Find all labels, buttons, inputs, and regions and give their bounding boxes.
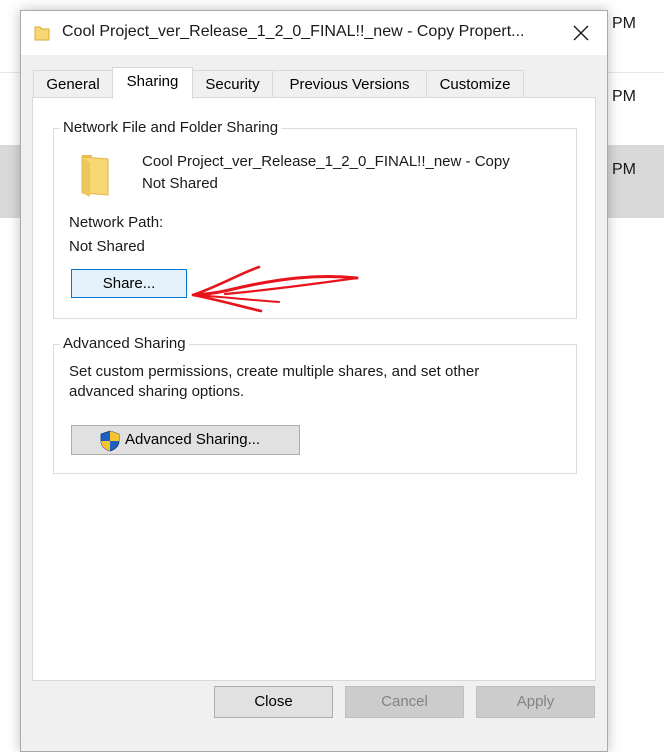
file-modified-time: PM (612, 88, 636, 105)
close-button[interactable]: Close (214, 686, 333, 718)
advanced-sharing-description: Set custom permissions, create multiple … (69, 363, 480, 380)
group-title: Advanced Sharing (60, 335, 189, 352)
advanced-sharing-button-label: Advanced Sharing... (125, 431, 261, 448)
uac-shield-icon (100, 430, 120, 452)
folder-icon (34, 26, 50, 41)
tab-general[interactable]: General (33, 70, 113, 98)
apply-button[interactable]: Apply (476, 686, 595, 718)
network-sharing-group: Network File and Folder Sharing Cool Pro… (53, 119, 577, 319)
tab-customize[interactable]: Customize (426, 70, 524, 98)
dialog-title: Cool Project_ver_Release_1_2_0_FINAL!!_n… (62, 23, 525, 40)
network-path-value: Not Shared (69, 238, 145, 255)
file-modified-time: PM (612, 15, 636, 32)
folder-name: Cool Project_ver_Release_1_2_0_FINAL!!_n… (142, 153, 510, 170)
properties-dialog: Cool Project_ver_Release_1_2_0_FINAL!!_n… (20, 10, 608, 752)
file-modified-time: PM (612, 161, 636, 178)
title-bar[interactable]: Cool Project_ver_Release_1_2_0_FINAL!!_n… (21, 11, 607, 55)
folder-icon (81, 155, 109, 197)
advanced-sharing-group: Advanced Sharing Set custom permissions,… (53, 335, 577, 474)
group-title: Network File and Folder Sharing (60, 119, 282, 136)
sharing-tab-panel: Network File and Folder Sharing Cool Pro… (32, 97, 596, 681)
tab-previous-versions[interactable]: Previous Versions (272, 70, 427, 98)
close-icon[interactable] (569, 21, 593, 45)
tab-security[interactable]: Security (192, 70, 273, 98)
tab-sharing[interactable]: Sharing (112, 67, 193, 99)
folder-share-status: Not Shared (142, 175, 218, 192)
advanced-sharing-description: advanced sharing options. (69, 383, 245, 400)
share-button[interactable]: Share... (71, 269, 187, 298)
network-path-label: Network Path: (69, 214, 164, 231)
cancel-button[interactable]: Cancel (345, 686, 464, 718)
advanced-sharing-button[interactable]: Advanced Sharing... (71, 425, 300, 455)
